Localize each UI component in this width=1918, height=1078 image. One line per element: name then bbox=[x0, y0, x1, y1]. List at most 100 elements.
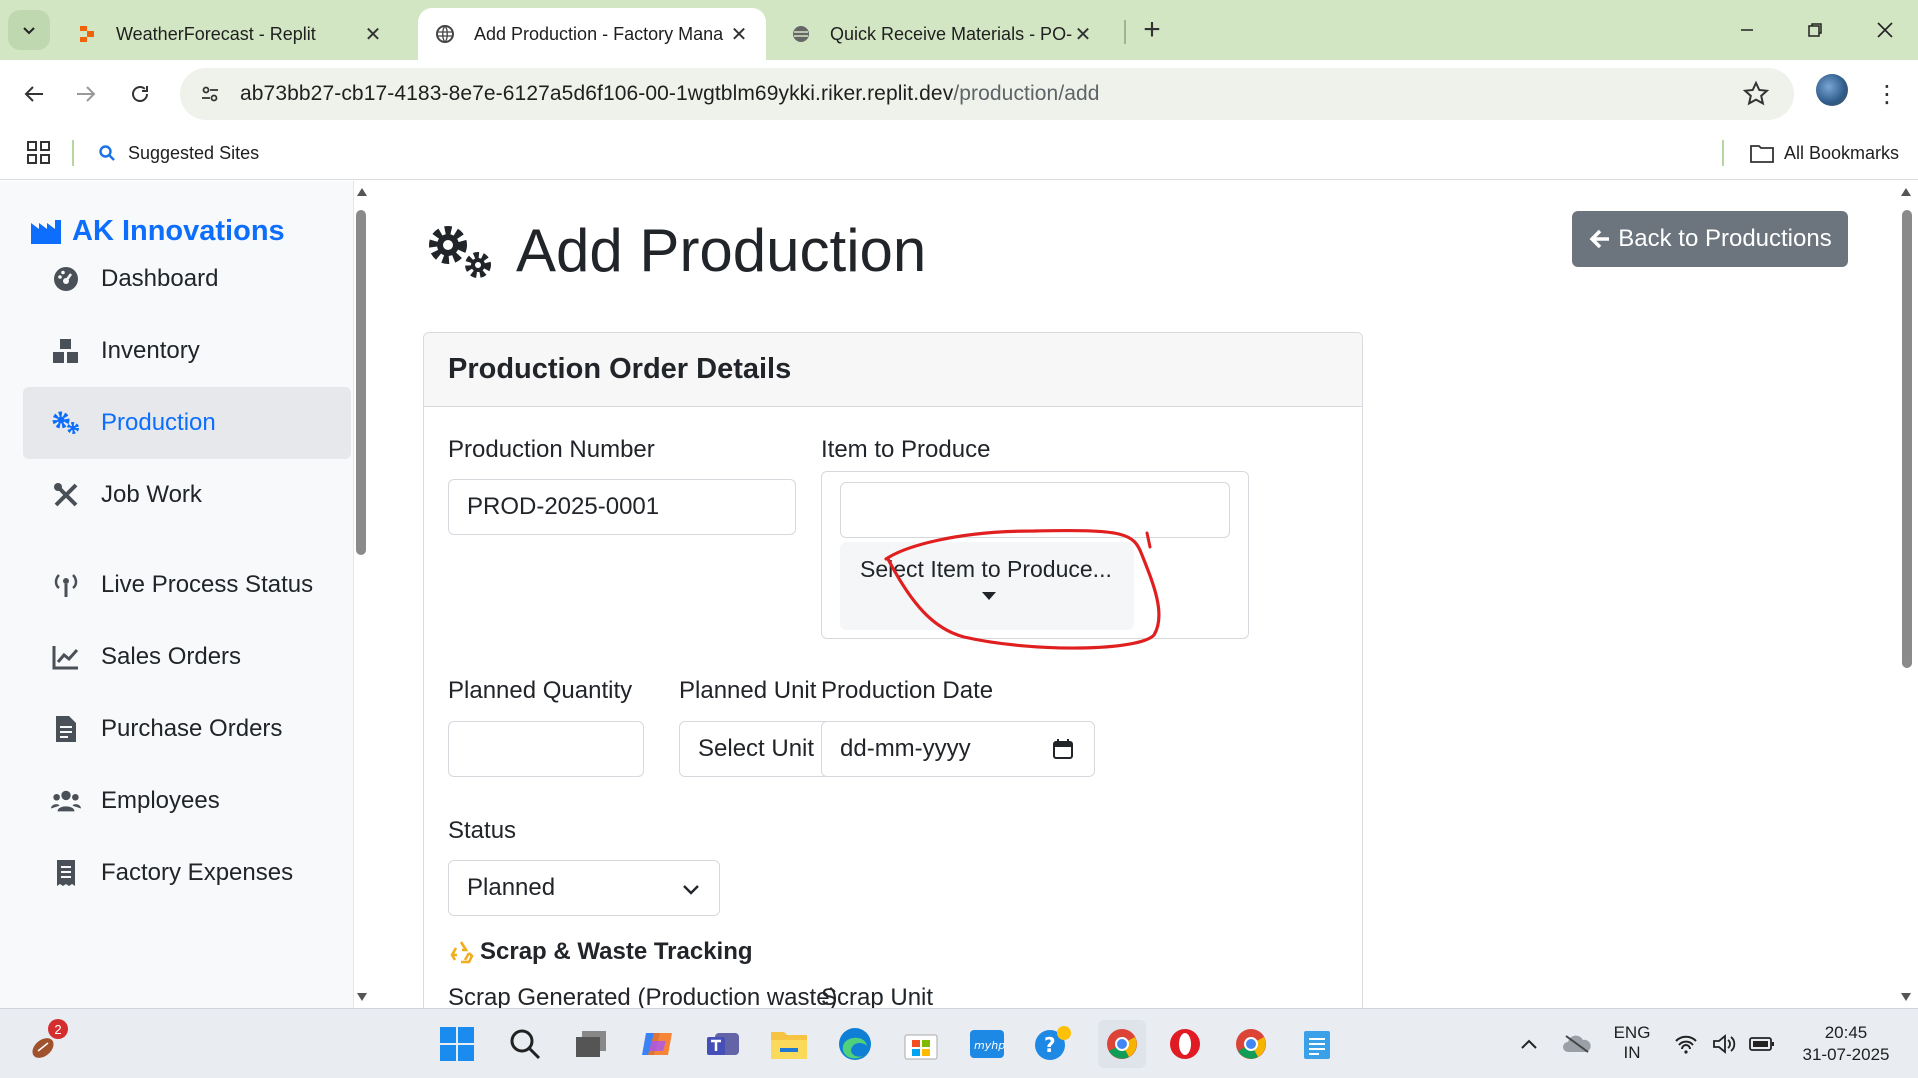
sidebar-item-label: Employees bbox=[101, 787, 220, 814]
forward-nav-button[interactable] bbox=[66, 74, 106, 114]
url-path: /production/add bbox=[953, 82, 1100, 105]
production-number-input[interactable]: PROD-2025-0001 bbox=[448, 479, 796, 535]
minimize-icon bbox=[1741, 29, 1753, 31]
bookmark-suggested-sites[interactable]: Suggested Sites bbox=[98, 138, 259, 168]
battery-icon[interactable] bbox=[1744, 1023, 1780, 1065]
address-bar[interactable]: ab73bb27-cb17-4183-8e7e-6127a5d6f106-00-… bbox=[180, 68, 1794, 120]
minimize-button[interactable] bbox=[1722, 10, 1772, 50]
sidebar-item-factory-expenses[interactable]: Factory Expenses bbox=[23, 837, 351, 909]
production-order-card: Production Order Details Production Numb… bbox=[423, 332, 1363, 1008]
back-nav-button[interactable] bbox=[14, 74, 54, 114]
scrap-unit-label: Scrap Unit bbox=[821, 984, 934, 1008]
apps-grid-icon[interactable] bbox=[26, 140, 52, 166]
tab-title: Quick Receive Materials - PO-2( bbox=[830, 23, 1072, 44]
close-window-button[interactable] bbox=[1860, 10, 1910, 50]
all-bookmarks-button[interactable]: All Bookmarks bbox=[1750, 138, 1899, 168]
sidebar-item-purchase-orders[interactable]: Purchase Orders bbox=[23, 693, 351, 765]
clock[interactable]: 20:45 31-07-2025 bbox=[1786, 1022, 1906, 1066]
sidebar-item-label: Inventory bbox=[101, 337, 200, 364]
sidebar-item-label: Job Work bbox=[101, 481, 202, 508]
myhp-icon[interactable]: myhp bbox=[966, 1023, 1008, 1065]
arrow-right-icon bbox=[77, 86, 96, 102]
gauge-icon bbox=[51, 264, 81, 294]
football-widget-icon[interactable]: 2 bbox=[24, 1019, 68, 1065]
file-explorer-icon[interactable] bbox=[768, 1023, 810, 1065]
chevron-up-icon[interactable] bbox=[1508, 1023, 1550, 1065]
profile-avatar[interactable] bbox=[1816, 74, 1848, 106]
reload-button[interactable] bbox=[120, 74, 160, 114]
restore-button[interactable] bbox=[1790, 10, 1840, 50]
industry-icon bbox=[31, 219, 61, 244]
item-search-input[interactable] bbox=[840, 482, 1230, 538]
chrome-active-icon[interactable] bbox=[1098, 1020, 1146, 1068]
page-title: Add Production bbox=[422, 216, 926, 285]
chrome-icon[interactable] bbox=[1230, 1023, 1272, 1065]
sidebar-item-production[interactable]: Production bbox=[23, 387, 351, 459]
copilot-icon[interactable] bbox=[636, 1023, 678, 1065]
page-scrollbar-thumb[interactable] bbox=[1902, 210, 1912, 668]
production-date-label: Production Date bbox=[821, 677, 994, 704]
task-view-icon[interactable] bbox=[570, 1023, 612, 1065]
microsoft-store-icon[interactable] bbox=[900, 1023, 942, 1065]
sidebar-scrollbar-thumb[interactable] bbox=[356, 210, 366, 555]
file-invoice-icon bbox=[51, 714, 81, 744]
language-indicator[interactable]: ENG IN bbox=[1612, 1023, 1652, 1063]
new-tab-button[interactable]: + bbox=[1136, 13, 1168, 46]
volume-icon[interactable] bbox=[1706, 1023, 1742, 1065]
site-info-icon[interactable] bbox=[180, 68, 240, 120]
globe-icon bbox=[790, 23, 812, 45]
scroll-down-icon[interactable] bbox=[356, 992, 368, 1002]
lang-code: ENG bbox=[1613, 1023, 1651, 1042]
scroll-up-icon[interactable] bbox=[356, 187, 368, 197]
bookmarks-bar: Suggested Sites All Bookmarks bbox=[0, 128, 1918, 180]
production-date-input[interactable]: dd-mm-yyyy bbox=[821, 721, 1095, 777]
close-icon[interactable]: ✕ bbox=[728, 23, 750, 46]
notepad-icon[interactable] bbox=[1296, 1023, 1338, 1065]
close-icon bbox=[1877, 22, 1893, 38]
tab-divider bbox=[1124, 20, 1126, 44]
item-to-produce-select[interactable]: Select Item to Produce... bbox=[840, 542, 1134, 630]
sidebar-item-dashboard[interactable]: Dashboard bbox=[23, 243, 351, 315]
sidebar-item-sales-orders[interactable]: Sales Orders bbox=[23, 621, 351, 693]
opera-icon[interactable] bbox=[1164, 1023, 1206, 1065]
sidebar-item-inventory[interactable]: Inventory bbox=[23, 315, 351, 387]
sidebar-item-live-process-status[interactable]: Live Process Status bbox=[23, 549, 351, 621]
scroll-up-icon[interactable] bbox=[1900, 187, 1912, 197]
clock-date: 31-07-2025 bbox=[1802, 1045, 1890, 1064]
tab-add-production[interactable]: Add Production - Factory Mana ✕ bbox=[418, 8, 766, 60]
tab-title: Add Production - Factory Mana bbox=[474, 23, 724, 44]
help-icon[interactable]: ? bbox=[1032, 1023, 1074, 1065]
arrow-left-icon bbox=[1589, 229, 1610, 249]
close-icon[interactable]: ✕ bbox=[1072, 23, 1094, 46]
back-to-productions-button[interactable]: Back to Productions bbox=[1572, 211, 1848, 267]
edge-browser-icon[interactable] bbox=[834, 1023, 876, 1065]
wifi-icon[interactable] bbox=[1668, 1023, 1704, 1065]
sidebar-item-job-work[interactable]: Job Work bbox=[23, 459, 351, 531]
teams-icon[interactable] bbox=[702, 1023, 744, 1065]
lang-region: IN bbox=[1623, 1043, 1641, 1062]
sidebar-item-label: Sales Orders bbox=[101, 643, 242, 670]
browser-menu-icon[interactable]: ⋮ bbox=[1872, 74, 1902, 114]
browser-toolbar: ab73bb27-cb17-4183-8e7e-6127a5d6f106-00-… bbox=[0, 60, 1918, 128]
scroll-down-icon[interactable] bbox=[1900, 992, 1912, 1002]
date-placeholder: dd-mm-yyyy bbox=[840, 735, 971, 762]
sidebar-item-employees[interactable]: Employees bbox=[23, 765, 351, 837]
tab-weatherforecast[interactable]: WeatherForecast - Replit ✕ bbox=[60, 8, 400, 60]
status-select[interactable]: Planned bbox=[448, 860, 720, 916]
tab-search-button[interactable] bbox=[8, 10, 50, 50]
star-icon[interactable] bbox=[1742, 80, 1770, 108]
planned-quantity-input[interactable] bbox=[448, 721, 644, 777]
onedrive-icon[interactable] bbox=[1556, 1023, 1598, 1065]
globe-icon bbox=[434, 23, 456, 45]
status-label: Status bbox=[448, 817, 517, 844]
item-to-produce-group: Select Item to Produce... bbox=[821, 471, 1249, 639]
calendar-icon[interactable] bbox=[1052, 738, 1074, 760]
search-icon[interactable] bbox=[504, 1023, 546, 1065]
card-header: Production Order Details bbox=[424, 333, 1362, 407]
close-icon[interactable]: ✕ bbox=[362, 23, 384, 46]
windows-start-icon[interactable] bbox=[436, 1023, 478, 1065]
sidebar: AK Innovations Dashboard Inventory Produ… bbox=[0, 181, 354, 1008]
chevron-down-icon bbox=[23, 27, 35, 35]
tab-quick-receive[interactable]: Quick Receive Materials - PO-2( ✕ bbox=[774, 8, 1110, 60]
bookmark-label: All Bookmarks bbox=[1784, 142, 1900, 163]
